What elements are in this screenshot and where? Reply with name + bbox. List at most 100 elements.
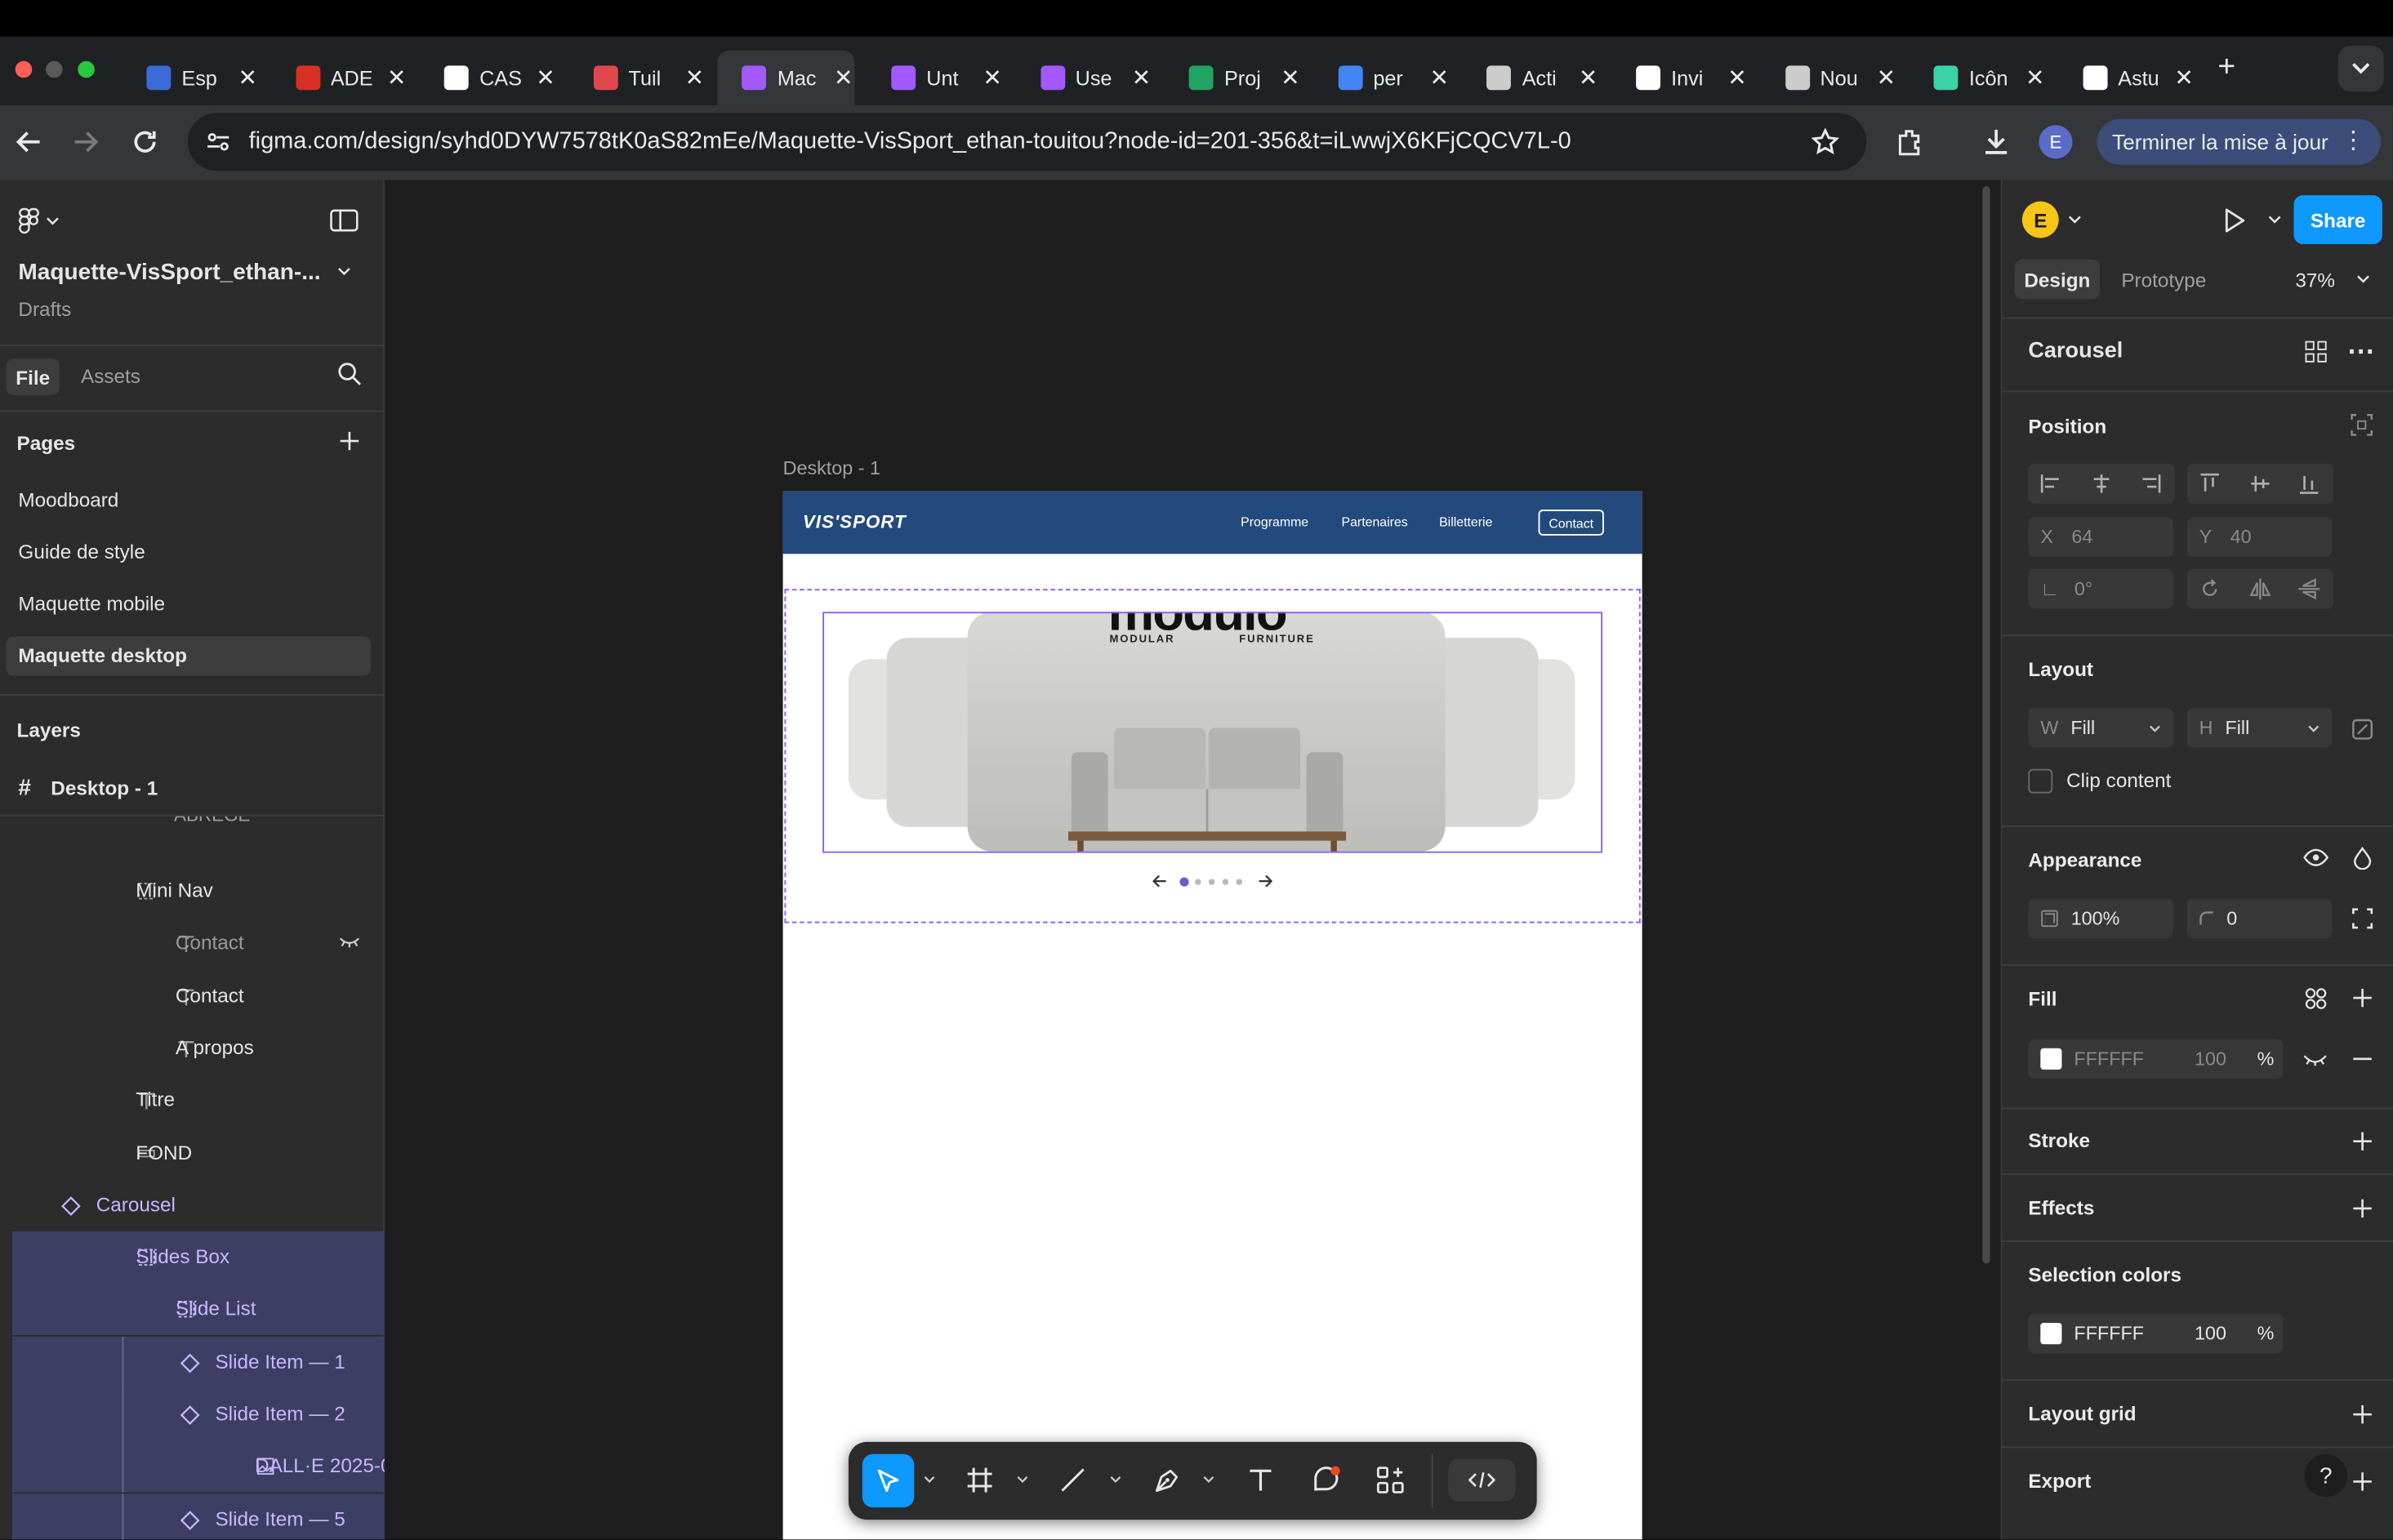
layer-row[interactable]: A propos — [0, 1022, 385, 1075]
selection-color-swatch[interactable] — [2040, 1323, 2062, 1345]
pen-tool-icon[interactable] — [1154, 1467, 1182, 1494]
layer-row[interactable]: Slides Box — [11, 1231, 385, 1284]
rotation-field[interactable]: ∟ 0° — [2028, 568, 2173, 609]
layer-row[interactable]: Slide Item — 1 — [11, 1336, 385, 1388]
layer-row[interactable]: Slide Item — 2 — [11, 1388, 385, 1440]
browser-tab[interactable]: Use ✕ — [1016, 51, 1153, 105]
layer-row[interactable]: Slide Item — 5 — [11, 1493, 385, 1540]
frame-label[interactable]: Desktop - 1 — [783, 458, 880, 479]
browser-tab[interactable]: Unt ✕ — [867, 51, 1004, 105]
page-item[interactable]: Guide de style — [6, 532, 371, 572]
tab-prototype[interactable]: Prototype — [2121, 269, 2206, 292]
height-field[interactable]: H Fill — [2186, 708, 2333, 748]
user-avatar[interactable]: E — [2021, 201, 2059, 238]
back-icon[interactable] — [16, 128, 43, 156]
tab-close-icon[interactable]: ✕ — [2025, 64, 2045, 91]
clip-content-label[interactable]: Clip content — [2066, 769, 2171, 792]
add-fill-icon[interactable] — [2352, 987, 2373, 1008]
search-icon[interactable] — [337, 362, 362, 386]
align-center-h-icon[interactable] — [2082, 464, 2122, 504]
y-position-field[interactable]: Y 40 — [2186, 517, 2333, 558]
layer-row[interactable]: Titre — [0, 1075, 385, 1127]
window-minimize-dot[interactable] — [46, 60, 63, 78]
fill-swatch[interactable] — [2040, 1048, 2062, 1070]
blend-mode-drop-icon[interactable] — [2353, 847, 2372, 870]
avatar-chevron-icon[interactable] — [2068, 215, 2082, 224]
pen-tool-chevron-icon[interactable] — [1202, 1475, 1214, 1483]
browser-tab[interactable]: ADE ✕ — [271, 51, 408, 105]
downloads-icon[interactable] — [1981, 127, 2011, 157]
file-location[interactable]: Drafts — [18, 297, 71, 320]
update-button[interactable]: Terminer la mise à jour ⋮ — [2097, 118, 2382, 165]
tab-close-icon[interactable]: ✕ — [834, 64, 853, 91]
clip-content-checkbox[interactable] — [2028, 768, 2053, 794]
page-item[interactable]: Maquette mobile — [6, 584, 371, 624]
layer-row[interactable]: Slide List — [11, 1284, 385, 1336]
tab-close-icon[interactable]: ✕ — [1132, 64, 1152, 91]
remove-fill-icon[interactable] — [2352, 1057, 2373, 1061]
browser-tab[interactable]: Invi ✕ — [1611, 51, 1749, 105]
browser-tab[interactable]: Nou ✕ — [1761, 51, 1898, 105]
tab-close-icon[interactable]: ✕ — [387, 64, 407, 91]
share-button[interactable]: Share — [2293, 195, 2382, 244]
figma-main-menu[interactable] — [18, 207, 59, 235]
window-maximize-dot[interactable] — [78, 60, 95, 78]
selection-name[interactable]: Carousel — [2028, 339, 2123, 363]
actions-tool-icon[interactable] — [1375, 1465, 1406, 1495]
url-text[interactable]: figma.com/design/syhd0DYW7578tK0aS82mEe/… — [249, 128, 1571, 156]
tab-close-icon[interactable]: ✕ — [1727, 64, 1747, 91]
layer-row[interactable]: Contact — [0, 970, 385, 1022]
browser-tab[interactable]: Acti ✕ — [1463, 51, 1600, 105]
selection-color-field[interactable]: FFFFFF 100 % — [2028, 1313, 2284, 1354]
add-export-icon[interactable] — [2352, 1471, 2373, 1492]
tab-close-icon[interactable]: ✕ — [2174, 64, 2194, 91]
toggle-sidebar-icon[interactable] — [330, 209, 359, 232]
reload-icon[interactable] — [131, 128, 159, 156]
help-button[interactable]: ? — [2304, 1453, 2347, 1498]
tab-close-icon[interactable]: ✕ — [1877, 64, 1896, 91]
browser-tab[interactable]: Esp ✕ — [122, 51, 259, 105]
present-chevron-icon[interactable] — [2268, 215, 2282, 224]
file-name[interactable]: Maquette-VisSport_ethan-... — [18, 260, 320, 286]
tab-design[interactable]: Design — [2014, 259, 2101, 300]
resize-to-fit-icon[interactable] — [2352, 719, 2373, 740]
align-top-icon[interactable] — [2190, 464, 2230, 504]
flip-horizontal-icon[interactable] — [2240, 569, 2280, 609]
browser-tab[interactable]: Icôn ✕ — [1909, 51, 2047, 105]
align-left-icon[interactable] — [2031, 464, 2071, 504]
tab-close-icon[interactable]: ✕ — [1579, 64, 1598, 91]
tab-assets[interactable]: Assets — [81, 365, 140, 388]
page-item[interactable]: Moodboard — [6, 479, 371, 519]
tab-close-icon[interactable]: ✕ — [1281, 64, 1300, 91]
file-menu-chevron-icon[interactable] — [337, 267, 351, 276]
tab-close-icon[interactable]: ✕ — [238, 64, 258, 91]
site-settings-icon[interactable] — [206, 130, 230, 154]
align-bottom-icon[interactable] — [2289, 464, 2329, 504]
frame-tool-icon[interactable] — [966, 1467, 994, 1494]
comment-tool-icon[interactable] — [1311, 1465, 1341, 1495]
zoom-level[interactable]: 37% — [2295, 269, 2335, 292]
independent-corners-icon[interactable] — [2352, 908, 2373, 929]
page-item[interactable]: Maquette desktop — [6, 636, 372, 676]
add-stroke-icon[interactable] — [2352, 1131, 2373, 1152]
layer-row[interactable]: FOND — [0, 1127, 385, 1179]
move-tool-icon[interactable] — [862, 1453, 915, 1508]
add-page-icon[interactable] — [339, 430, 360, 452]
line-tool-icon[interactable] — [1059, 1467, 1087, 1494]
rotate-90-icon[interactable] — [2190, 569, 2230, 609]
fill-color-field[interactable]: FFFFFF 100 % — [2028, 1039, 2284, 1079]
component-grid-icon[interactable] — [2305, 340, 2328, 363]
move-tool-chevron-icon[interactable] — [924, 1475, 936, 1483]
fill-hidden-icon[interactable] — [2303, 1053, 2328, 1066]
layer-row[interactable]: Mini Nav — [0, 865, 385, 917]
align-middle-icon[interactable] — [2240, 464, 2280, 504]
hidden-eye-icon[interactable] — [339, 936, 360, 948]
visibility-eye-icon[interactable] — [2303, 848, 2329, 866]
present-play-icon[interactable] — [2224, 207, 2247, 234]
fill-styles-icon[interactable] — [2305, 987, 2328, 1010]
more-options-icon[interactable]: ⋯ — [2347, 336, 2375, 367]
corner-radius-field[interactable]: 0 — [2186, 898, 2333, 939]
frame-tool-chevron-icon[interactable] — [1016, 1475, 1028, 1483]
extensions-icon[interactable] — [1894, 127, 1924, 157]
flip-vertical-icon[interactable] — [2289, 569, 2329, 609]
